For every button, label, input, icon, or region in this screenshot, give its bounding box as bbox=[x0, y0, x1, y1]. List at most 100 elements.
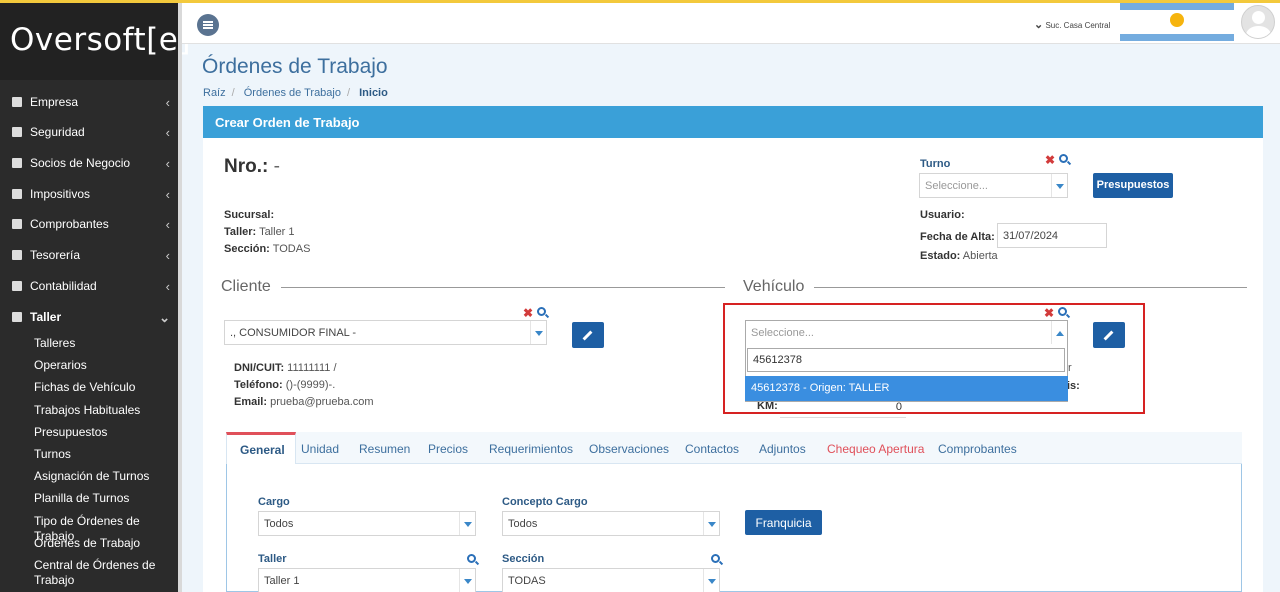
chevron-left-icon: ‹ bbox=[165, 95, 170, 110]
concepto-cargo-select[interactable]: Todos bbox=[502, 511, 720, 536]
tab-requerimientos[interactable]: Requerimientos bbox=[489, 432, 573, 464]
cliente-select[interactable]: ., CONSUMIDOR FINAL - bbox=[224, 320, 547, 345]
sidebar-item-label: Socios de Negocio bbox=[30, 156, 131, 170]
sidebar-item-seguridad[interactable]: Seguridad ‹ bbox=[0, 117, 178, 147]
presupuestos-button[interactable]: Presupuestos bbox=[1093, 173, 1173, 198]
tab-observaciones[interactable]: Observaciones bbox=[589, 432, 669, 464]
edit-cliente-button[interactable] bbox=[572, 322, 604, 348]
cargo-select[interactable]: Todos bbox=[258, 511, 476, 536]
menu-toggle-icon[interactable] bbox=[197, 14, 219, 36]
breadcrumb-ordenes[interactable]: Órdenes de Trabajo bbox=[244, 87, 341, 99]
page-title: Órdenes de Trabajo bbox=[202, 55, 388, 78]
sidebar-item-empresa[interactable]: Empresa ‹ bbox=[0, 87, 178, 117]
tab-comprobantes[interactable]: Comprobantes bbox=[938, 432, 1017, 464]
sidebar-item-label: Tesorería bbox=[30, 248, 81, 262]
breadcrumb-current: Inicio bbox=[359, 87, 388, 99]
logo-text: Oversoft[e] bbox=[10, 22, 191, 58]
sidebar-subitem-asignacion-turnos[interactable]: Asignación de Turnos bbox=[34, 469, 174, 484]
wrench-icon bbox=[12, 312, 22, 322]
sidebar-item-socios[interactable]: Socios de Negocio ‹ bbox=[0, 148, 178, 178]
seccion-select[interactable]: TODAS bbox=[502, 568, 720, 592]
chevron-left-icon: ‹ bbox=[165, 125, 170, 140]
sidebar-item-label: Contabilidad bbox=[30, 279, 97, 293]
tab-chequeo-apertura[interactable]: Chequeo Apertura bbox=[827, 432, 924, 464]
tab-contactos[interactable]: Contactos bbox=[685, 432, 739, 464]
cliente-divider bbox=[222, 287, 725, 288]
sidebar-item-label: Empresa bbox=[30, 95, 79, 109]
concepto-cargo-label: Concepto Cargo bbox=[502, 496, 588, 508]
money-icon bbox=[12, 250, 22, 260]
chevron-left-icon: ‹ bbox=[165, 279, 170, 294]
sidebar-item-label: Comprobantes bbox=[30, 217, 109, 231]
top-accent-bar bbox=[0, 0, 1280, 3]
sidebar-item-comprobantes[interactable]: Comprobantes ‹ bbox=[0, 209, 178, 239]
search-icon[interactable] bbox=[537, 307, 546, 316]
clear-icon[interactable]: ✖ bbox=[523, 306, 533, 320]
search-icon[interactable] bbox=[711, 554, 720, 563]
vehiculo-divider bbox=[745, 287, 1247, 288]
tab-general[interactable]: General bbox=[226, 432, 296, 465]
tab-unidad[interactable]: Unidad bbox=[301, 432, 339, 464]
sidebar-subitem-central-ordenes[interactable]: Central de Órdenes de Trabajo bbox=[34, 558, 174, 588]
chevron-left-icon: ‹ bbox=[165, 156, 170, 171]
breadcrumb: Raíz / Órdenes de Trabajo / Inicio bbox=[203, 87, 388, 99]
vehiculo-section-title: Vehículo bbox=[743, 278, 815, 296]
sidebar: Oversoft[e] Empresa ‹ Seguridad ‹ Socios d… bbox=[0, 0, 190, 592]
tab-bar: General Unidad Resumen Precios Requerimi… bbox=[226, 432, 1242, 465]
tab-adjuntos[interactable]: Adjuntos bbox=[759, 432, 806, 464]
telefono-info: Teléfono: ()-(9999)-. bbox=[234, 379, 336, 391]
sidebar-item-contabilidad[interactable]: Contabilidad ‹ bbox=[0, 271, 178, 301]
sidebar-item-impositivos[interactable]: Impositivos ‹ bbox=[0, 179, 178, 209]
panel-header: Crear Orden de Trabajo bbox=[203, 106, 1263, 138]
chevron-down-icon: ⌄ bbox=[159, 310, 170, 325]
usuario-label: Usuario: bbox=[920, 209, 965, 221]
branch-selector[interactable]: ⌄ Suc. Casa Central bbox=[1034, 18, 1110, 31]
calculator-icon bbox=[12, 281, 22, 291]
sidebar-item-label: Taller bbox=[30, 310, 62, 324]
turno-select[interactable]: Seleccione... bbox=[919, 173, 1068, 198]
sidebar-subitem-operarios[interactable]: Operarios bbox=[34, 358, 174, 373]
sidebar-item-label: Impositivos bbox=[30, 187, 91, 201]
email-info: Email: prueba@prueba.com bbox=[234, 396, 374, 408]
cliente-section-title: Cliente bbox=[221, 278, 281, 296]
sidebar-item-taller[interactable]: Taller ⌄ bbox=[0, 302, 178, 332]
sidebar-subitem-ordenes-trabajo[interactable]: Órdenes de Trabajo bbox=[34, 536, 174, 551]
sidebar-subitem-talleres[interactable]: Talleres bbox=[34, 336, 174, 351]
avatar[interactable] bbox=[1241, 5, 1275, 39]
sucursal-label: Sucursal: bbox=[224, 209, 275, 221]
top-header: ⌄ Suc. Casa Central bbox=[182, 3, 1280, 44]
seccion-field-label: Sección bbox=[502, 553, 545, 565]
sidebar-subitem-planilla-turnos[interactable]: Planilla de Turnos bbox=[34, 491, 174, 506]
taller-info: Taller: Taller 1 bbox=[224, 226, 295, 238]
search-icon[interactable] bbox=[467, 554, 476, 563]
sidebar-item-label: Seguridad bbox=[30, 125, 85, 139]
dni-info: DNI/CUIT: 11111111 / bbox=[234, 362, 337, 374]
fecha-alta-field[interactable]: 31/07/2024 bbox=[997, 223, 1107, 248]
tab-precios[interactable]: Precios bbox=[428, 432, 468, 464]
breadcrumb-raiz[interactable]: Raíz bbox=[203, 87, 226, 99]
sidebar-subitem-trabajos-habituales[interactable]: Trabajos Habituales bbox=[34, 403, 174, 418]
argentina-flag-icon bbox=[1120, 3, 1234, 41]
lock-icon bbox=[12, 127, 22, 137]
sidebar-subitem-fichas-vehiculo[interactable]: Fichas de Vehículo bbox=[34, 380, 174, 395]
chevron-left-icon: ‹ bbox=[165, 248, 170, 263]
fecha-alta-label: Fecha de Alta: bbox=[920, 231, 995, 243]
branch-label: Suc. Casa Central bbox=[1045, 21, 1111, 30]
logo[interactable]: Oversoft[e] bbox=[0, 0, 190, 80]
sidebar-subitem-presupuestos[interactable]: Presupuestos bbox=[34, 425, 174, 440]
highlight-box bbox=[723, 303, 1145, 414]
turno-label: Turno bbox=[920, 158, 951, 170]
franquicia-button[interactable]: Franquicia bbox=[745, 510, 822, 535]
search-icon[interactable] bbox=[1059, 154, 1068, 163]
sidebar-item-tesoreria[interactable]: Tesorería ‹ bbox=[0, 240, 178, 270]
cargo-label: Cargo bbox=[258, 496, 290, 508]
tab-resumen[interactable]: Resumen bbox=[359, 432, 410, 464]
chevron-down-icon: ⌄ bbox=[1034, 19, 1044, 31]
sidebar-scrollbar[interactable] bbox=[178, 0, 182, 592]
receipt-icon bbox=[12, 219, 22, 229]
order-number: Nro.: - bbox=[224, 156, 280, 177]
estado-info: Estado: Abierta bbox=[920, 250, 998, 262]
taller-select[interactable]: Taller 1 bbox=[258, 568, 476, 592]
sidebar-subitem-turnos[interactable]: Turnos bbox=[34, 447, 174, 462]
clear-icon[interactable]: ✖ bbox=[1045, 153, 1055, 167]
